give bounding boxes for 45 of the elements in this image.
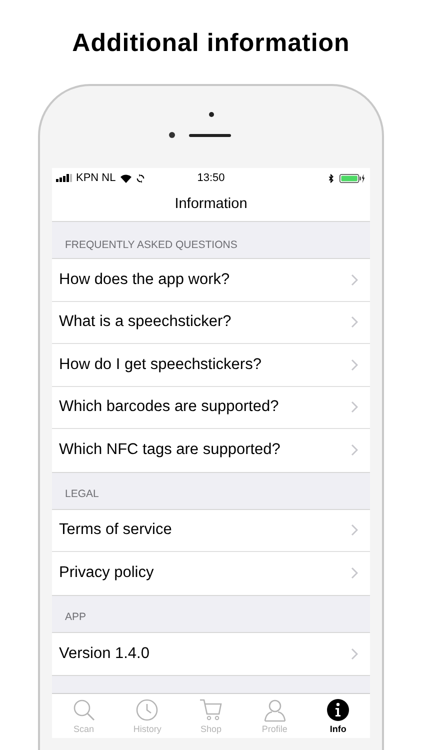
list-item[interactable]: Which barcodes are supported? [52, 386, 370, 429]
speaker-grille [189, 134, 231, 136]
list-item[interactable]: Terms of service [52, 510, 370, 552]
signal-icon [56, 174, 72, 182]
wifi-icon [120, 174, 132, 182]
list-item[interactable]: Which NFC tags are supported? [52, 429, 370, 472]
bluetooth-icon [328, 174, 334, 182]
sync-icon [136, 174, 145, 182]
item-label: How do I get speechstickers? [59, 356, 262, 374]
list-item[interactable]: What is a speechsticker? [52, 302, 370, 344]
camera-dot [208, 112, 214, 117]
section-header: FREQUENTLY ASKED QUESTIONS [64, 238, 238, 253]
chevron-icon [351, 358, 358, 371]
item-label: Which barcodes are supported? [59, 398, 279, 416]
carrier-name: KPN NL [76, 172, 116, 184]
chevron-icon [351, 444, 358, 456]
status-time: 13:50 [196, 172, 226, 184]
list-item[interactable]: Version 1.4.0 [52, 632, 370, 675]
chevron-icon [351, 274, 358, 286]
search-icon [72, 698, 96, 722]
item-label: Which NFC tags are supported? [59, 441, 280, 460]
tab[interactable]: Info [308, 694, 368, 738]
list-item[interactable]: Privacy policy [52, 552, 370, 594]
item-label: Terms of service [59, 521, 172, 540]
chevron-icon [351, 524, 358, 536]
item-label: Version 1.4.0 [59, 644, 150, 663]
section-header: LEGAL [64, 486, 100, 502]
battery-icon [338, 174, 366, 182]
item-label: Privacy policy [59, 564, 154, 582]
chevron-icon [351, 567, 358, 580]
chevron-icon [351, 401, 358, 414]
nav-title: Information [52, 188, 370, 222]
clock-icon [135, 698, 160, 722]
info-icon [326, 698, 350, 722]
list-item[interactable]: How do I get speechstickers? [52, 344, 370, 386]
list-item[interactable]: How does the app work? [52, 259, 370, 302]
chevron-icon [351, 316, 358, 328]
headline: Additional information [71, 28, 351, 59]
item-label: What is a speechsticker? [59, 313, 232, 332]
section-header: APP [64, 610, 88, 624]
camera-lens [169, 132, 175, 138]
person-icon [262, 698, 287, 722]
item-label: How does the app work? [59, 270, 230, 289]
cart-icon [198, 698, 223, 722]
chevron-icon [351, 648, 358, 660]
